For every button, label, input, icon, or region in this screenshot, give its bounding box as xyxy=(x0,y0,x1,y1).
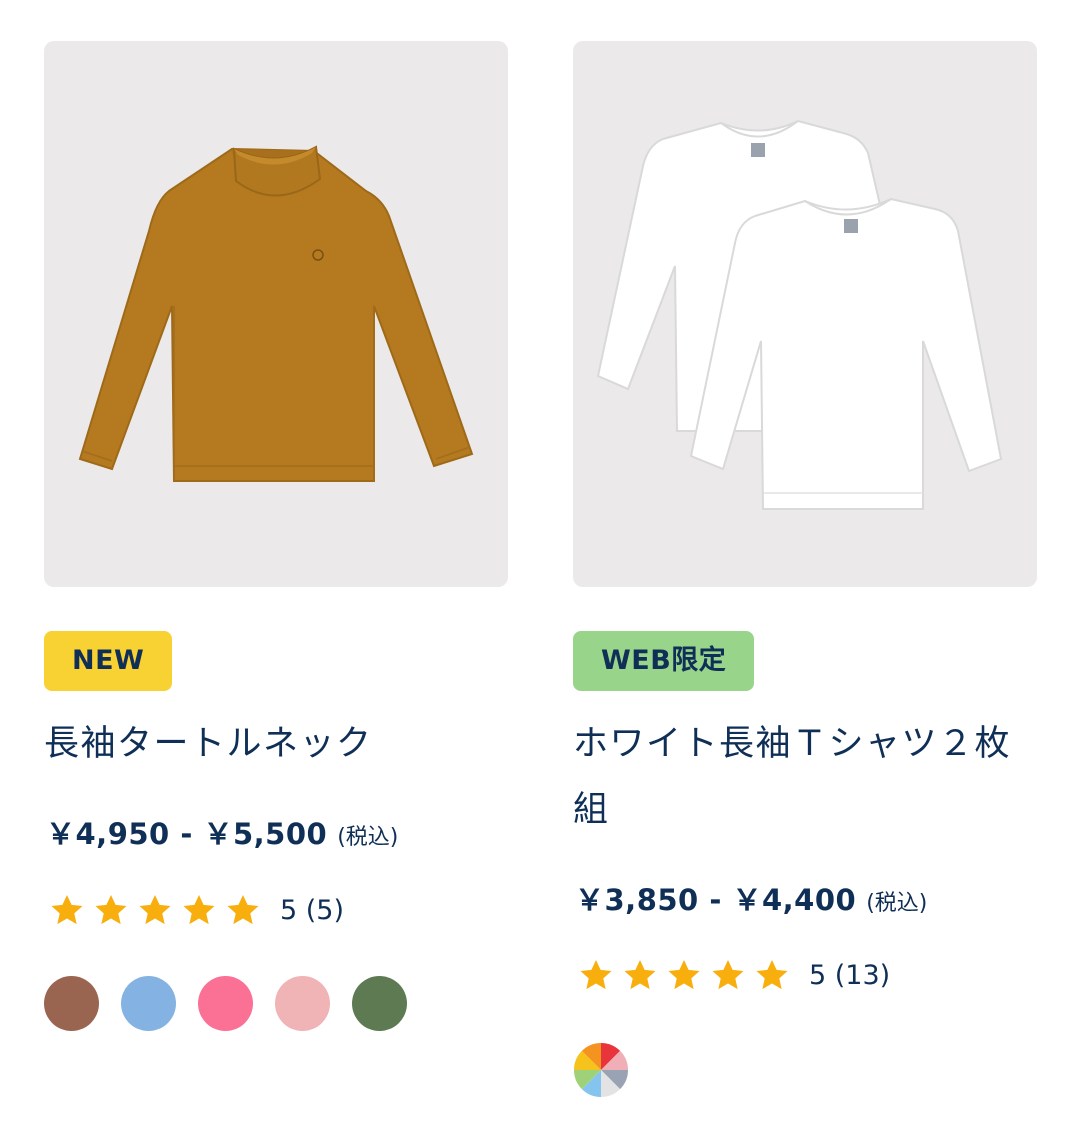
swatch-green[interactable] xyxy=(352,976,407,1031)
rating-text: 5 (13) xyxy=(809,959,891,991)
price: ￥3,850 - ￥4,400 xyxy=(575,883,857,917)
product-image-turtleneck[interactable] xyxy=(44,41,508,587)
price-row: ￥3,850 - ￥4,400 (税込) xyxy=(575,877,927,919)
swatch-brown[interactable] xyxy=(44,976,99,1031)
swatch-pink[interactable] xyxy=(198,976,253,1031)
swatch-light-blue[interactable] xyxy=(121,976,176,1031)
product-image-white-tshirts[interactable] xyxy=(573,41,1037,587)
price: ￥4,950 - ￥5,500 xyxy=(46,817,328,851)
star-icon xyxy=(712,959,744,990)
star-icon xyxy=(668,959,700,990)
white-tshirts-icon xyxy=(596,119,1003,510)
product-name[interactable]: ホワイト長袖Ｔシャツ２枚組 xyxy=(573,711,1043,843)
star-icon xyxy=(51,894,83,925)
badge-web-exclusive: WEB限定 xyxy=(573,631,755,691)
star-icon xyxy=(580,959,612,990)
price-row: ￥4,950 - ￥5,500 (税込) xyxy=(46,811,398,853)
color-swatches xyxy=(44,976,407,1031)
product-card-white-tshirts[interactable]: WEB限定 ホワイト長袖Ｔシャツ２枚組 ￥3,850 - ￥4,400 (税込)… xyxy=(573,41,1037,1097)
star-rating xyxy=(48,891,262,929)
star-icon xyxy=(139,894,171,925)
rating-text: 5 (5) xyxy=(280,894,345,926)
turtleneck-shirt-icon xyxy=(78,145,474,482)
swatch-multicolor[interactable] xyxy=(573,1042,629,1098)
tax-note: (税込) xyxy=(337,825,399,850)
badge-new: NEW xyxy=(44,631,173,691)
star-icon xyxy=(183,894,215,925)
product-card-turtleneck[interactable]: NEW 長袖タートルネック ￥4,950 - ￥5,500 (税込) 5 (5) xyxy=(44,41,508,1031)
tax-note: (税込) xyxy=(866,891,928,916)
star-icon xyxy=(624,959,656,990)
swatch-light-pink[interactable] xyxy=(275,976,330,1031)
star-rating xyxy=(577,956,791,994)
star-icon xyxy=(227,894,259,925)
rating: 5 (5) xyxy=(48,891,344,929)
star-icon xyxy=(756,959,788,990)
product-name[interactable]: 長袖タートルネック xyxy=(44,711,514,777)
star-icon xyxy=(95,894,127,925)
rating: 5 (13) xyxy=(577,956,890,994)
